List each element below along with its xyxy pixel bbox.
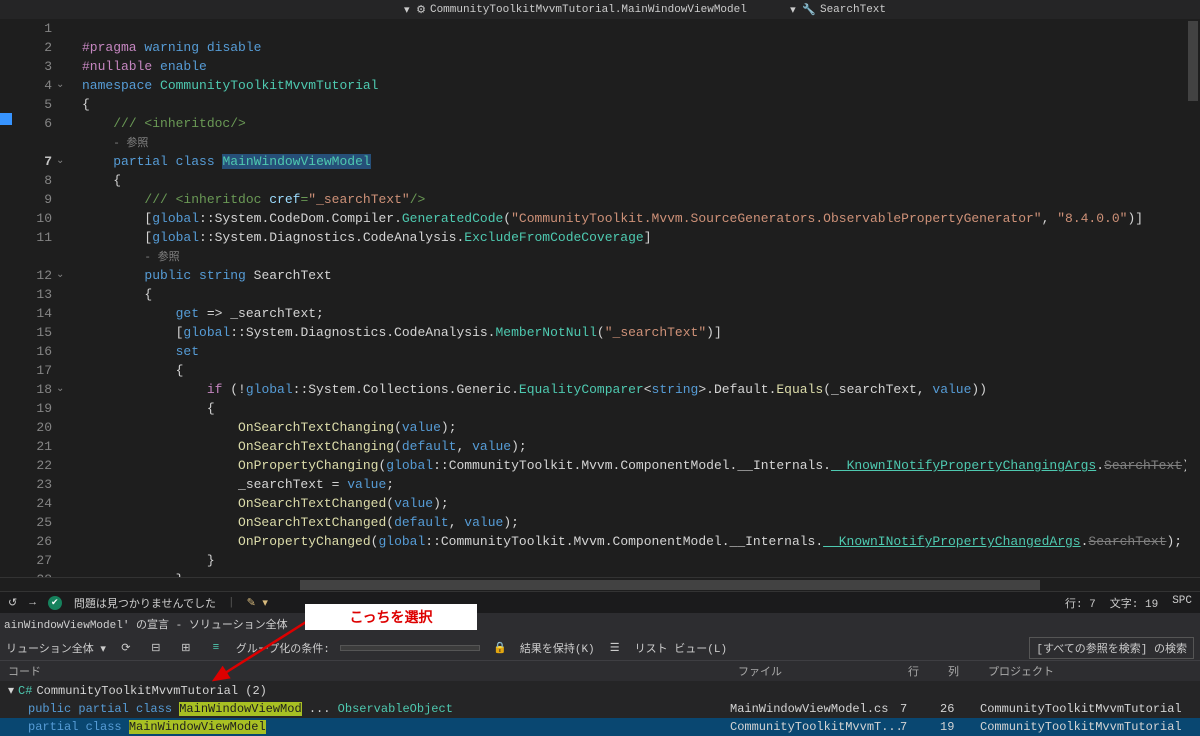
- csharp-project-icon: C#: [18, 684, 32, 698]
- lock-icon[interactable]: 🔒: [490, 639, 510, 657]
- find-references-title: ainWindowViewModel' の宣言 - ソリューション全体: [0, 613, 1200, 635]
- col-line[interactable]: 行: [900, 663, 940, 679]
- caret-col: 文字: 19: [1110, 595, 1158, 611]
- nav-back-icon[interactable]: ↺: [8, 596, 17, 610]
- caret-line: 行: 7: [1065, 595, 1096, 611]
- filter-icon[interactable]: ≡: [206, 639, 226, 657]
- col-code[interactable]: コード: [0, 663, 730, 679]
- code-line[interactable]: OnPropertyChanging(global::CommunityTool…: [82, 456, 1200, 475]
- code-line[interactable]: {: [82, 361, 1200, 380]
- code-line[interactable]: [global::System.Diagnostics.CodeAnalysis…: [82, 323, 1200, 342]
- code-editor[interactable]: 1234567891011121314151617181920212223242…: [0, 19, 1200, 577]
- fold-toggle-icon[interactable]: ⌄: [56, 79, 64, 91]
- chevron-down-icon: ▾: [8, 683, 14, 698]
- code-line[interactable]: #nullable enable: [82, 57, 1200, 76]
- list-view-label[interactable]: リスト ビュー(L): [635, 640, 727, 656]
- code-line[interactable]: if (!global::System.Collections.Generic.…: [82, 380, 1200, 399]
- fold-toggle-icon[interactable]: ⌄: [56, 155, 64, 167]
- code-line[interactable]: {: [82, 95, 1200, 114]
- find-references-toolbar: リューション全体 ▾ ⟳ ⊟ ⊞ ≡ グループ化の条件: 🔒 結果を保持(K) …: [0, 635, 1200, 661]
- indent-mode: SPC: [1172, 595, 1192, 611]
- nav-fwd-icon[interactable]: →: [29, 597, 36, 609]
- wrench-icon: ▾ 🔧: [790, 3, 816, 17]
- find-result-row[interactable]: public partial class MainWindowViewMod .…: [0, 700, 1200, 718]
- search-all-refs[interactable]: [すべての参照を検索] の検索: [1029, 637, 1194, 659]
- code-line[interactable]: {: [82, 171, 1200, 190]
- scrollbar-thumb[interactable]: [1188, 21, 1198, 101]
- refresh-icon[interactable]: ⟳: [116, 639, 136, 657]
- code-line[interactable]: [82, 19, 1200, 38]
- brush-icon[interactable]: ✎ ▾: [247, 596, 268, 610]
- scope-dropdown[interactable]: リューション全体 ▾: [6, 640, 106, 656]
- code-line[interactable]: }: [82, 551, 1200, 570]
- line-number-gutter: 1234567891011121314151617181920212223242…: [0, 19, 70, 577]
- code-line[interactable]: #pragma warning disable: [82, 38, 1200, 57]
- expand-icon[interactable]: ⊞: [176, 639, 196, 657]
- find-results-panel: コード ファイル 行 列 プロジェクト ▾ C# CommunityToolki…: [0, 661, 1200, 736]
- fold-toggle-icon[interactable]: ⌄: [56, 269, 64, 281]
- code-line[interactable]: /// <inheritdoc cref="_searchText"/>: [82, 190, 1200, 209]
- code-line[interactable]: public string SearchText: [82, 266, 1200, 285]
- code-line[interactable]: {: [82, 285, 1200, 304]
- code-line[interactable]: OnSearchTextChanging(default, value);: [82, 437, 1200, 456]
- collapse-icon[interactable]: ⊟: [146, 639, 166, 657]
- breadcrumb-member[interactable]: ▾ 🔧 SearchText: [776, 3, 900, 17]
- code-line[interactable]: OnPropertyChanged(global::CommunityToolk…: [82, 532, 1200, 551]
- code-line[interactable]: [global::System.Diagnostics.CodeAnalysis…: [82, 228, 1200, 247]
- find-result-row[interactable]: partial class MainWindowViewModelCommuni…: [0, 718, 1200, 736]
- code-line[interactable]: set: [82, 342, 1200, 361]
- code-line[interactable]: OnSearchTextChanging(value);: [82, 418, 1200, 437]
- group-by-label: グループ化の条件:: [236, 640, 330, 656]
- code-line[interactable]: /// <inheritdoc/>: [82, 114, 1200, 133]
- code-line[interactable]: partial class MainWindowViewModel: [82, 152, 1200, 171]
- breadcrumb-bar: ▾ ⚙ CommunityToolkitMvvmTutorial.MainWin…: [0, 0, 1200, 19]
- editor-vertical-scrollbar[interactable]: [1186, 19, 1200, 577]
- code-line[interactable]: - 参照: [82, 247, 1200, 266]
- code-area[interactable]: #pragma warning disable#nullable enablen…: [70, 19, 1200, 577]
- no-issues-icon[interactable]: ✔: [48, 596, 62, 610]
- col-file[interactable]: ファイル: [730, 663, 900, 679]
- list-view-icon[interactable]: ☰: [605, 639, 625, 657]
- code-line[interactable]: _searchText = value;: [82, 475, 1200, 494]
- no-issues-text: 問題は見つかりませんでした: [74, 595, 216, 611]
- col-project[interactable]: プロジェクト: [980, 663, 1200, 679]
- code-line[interactable]: }: [82, 570, 1200, 577]
- editor-horizontal-scrollbar[interactable]: [0, 577, 1200, 591]
- results-column-header: コード ファイル 行 列 プロジェクト: [0, 661, 1200, 681]
- class-icon: ▾ ⚙: [404, 3, 426, 17]
- implements-indicator-icon[interactable]: [0, 113, 12, 125]
- code-line[interactable]: get => _searchText;: [82, 304, 1200, 323]
- code-line[interactable]: {: [82, 399, 1200, 418]
- scrollbar-thumb[interactable]: [300, 580, 1040, 590]
- result-group[interactable]: ▾ C# CommunityToolkitMvvmTutorial (2): [0, 681, 1200, 700]
- code-line[interactable]: OnSearchTextChanged(default, value);: [82, 513, 1200, 532]
- editor-status-bar: ↺ → ✔ 問題は見つかりませんでした | ✎ ▾ 行: 7 文字: 19 SP…: [0, 591, 1200, 613]
- group-by-dropdown[interactable]: [340, 645, 480, 651]
- code-line[interactable]: namespace CommunityToolkitMvvmTutorial: [82, 76, 1200, 95]
- breadcrumb-class[interactable]: ▾ ⚙ CommunityToolkitMvvmTutorial.MainWin…: [390, 3, 761, 17]
- code-line[interactable]: - 参照: [82, 133, 1200, 152]
- code-line[interactable]: OnSearchTextChanged(value);: [82, 494, 1200, 513]
- col-col[interactable]: 列: [940, 663, 980, 679]
- annotation-callout: こっちを選択: [305, 604, 477, 630]
- code-line[interactable]: [global::System.CodeDom.Compiler.Generat…: [82, 209, 1200, 228]
- keep-results-label[interactable]: 結果を保持(K): [520, 640, 595, 656]
- fold-toggle-icon[interactable]: ⌄: [56, 383, 64, 395]
